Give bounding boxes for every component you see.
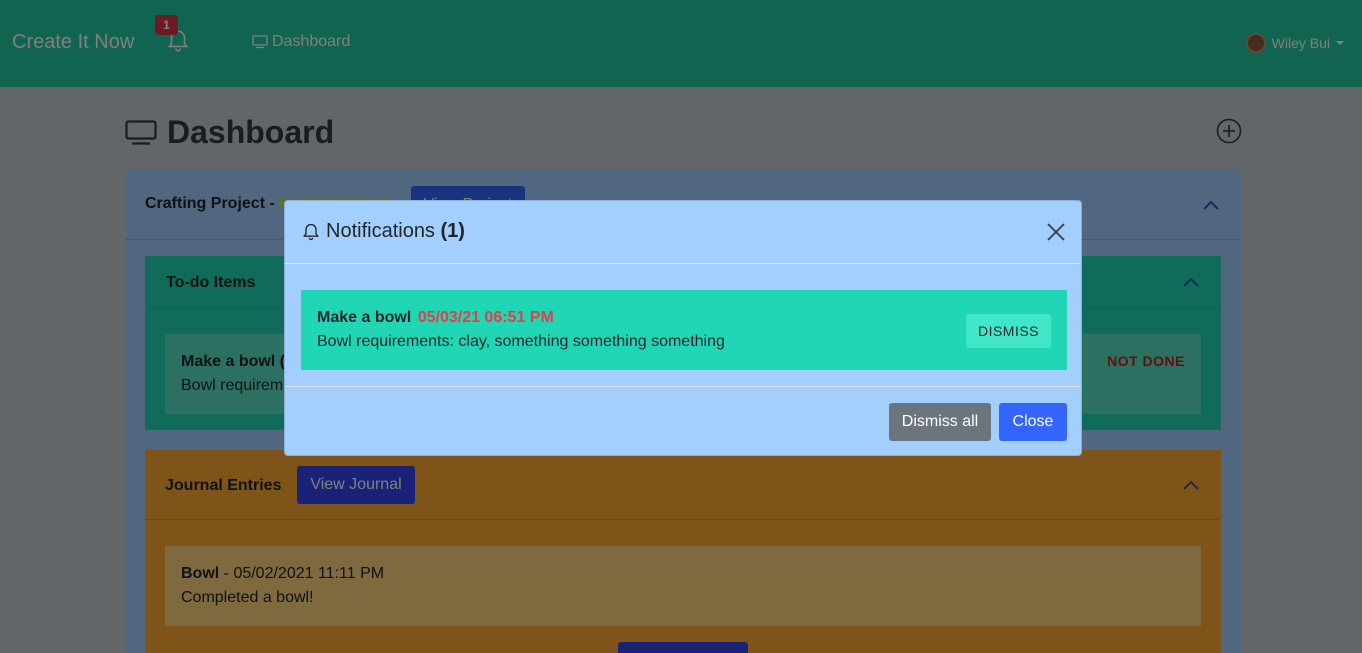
dismiss-button[interactable]: DISMISS xyxy=(966,314,1051,348)
modal-body: Make a bowl 05/03/21 06:51 PM Bowl requi… xyxy=(285,264,1081,386)
notifications-modal: Notifications (1) Make a bowl 05/03/21 0… xyxy=(284,200,1082,456)
notification-time: 05/03/21 06:51 PM xyxy=(417,309,554,326)
close-icon[interactable] xyxy=(1045,221,1067,243)
dismiss-all-button[interactable]: Dismiss all xyxy=(889,403,991,441)
modal-footer: Dismiss all Close xyxy=(285,386,1081,456)
notification-description: Bowl requirements: clay, something somet… xyxy=(317,333,725,350)
modal-header: Notifications (1) xyxy=(285,201,1081,264)
notification-title: Make a bowl 05/03/21 06:51 PM xyxy=(317,309,554,327)
modal-title-count: (1) xyxy=(440,220,465,242)
modal-title-text: Notifications xyxy=(326,220,435,242)
notification-name: Make a bowl xyxy=(317,309,412,326)
bell-icon xyxy=(303,223,319,241)
notification-item: Make a bowl 05/03/21 06:51 PM Bowl requi… xyxy=(301,290,1067,370)
modal-title: Notifications (1) xyxy=(326,220,465,243)
close-button[interactable]: Close xyxy=(999,403,1067,441)
